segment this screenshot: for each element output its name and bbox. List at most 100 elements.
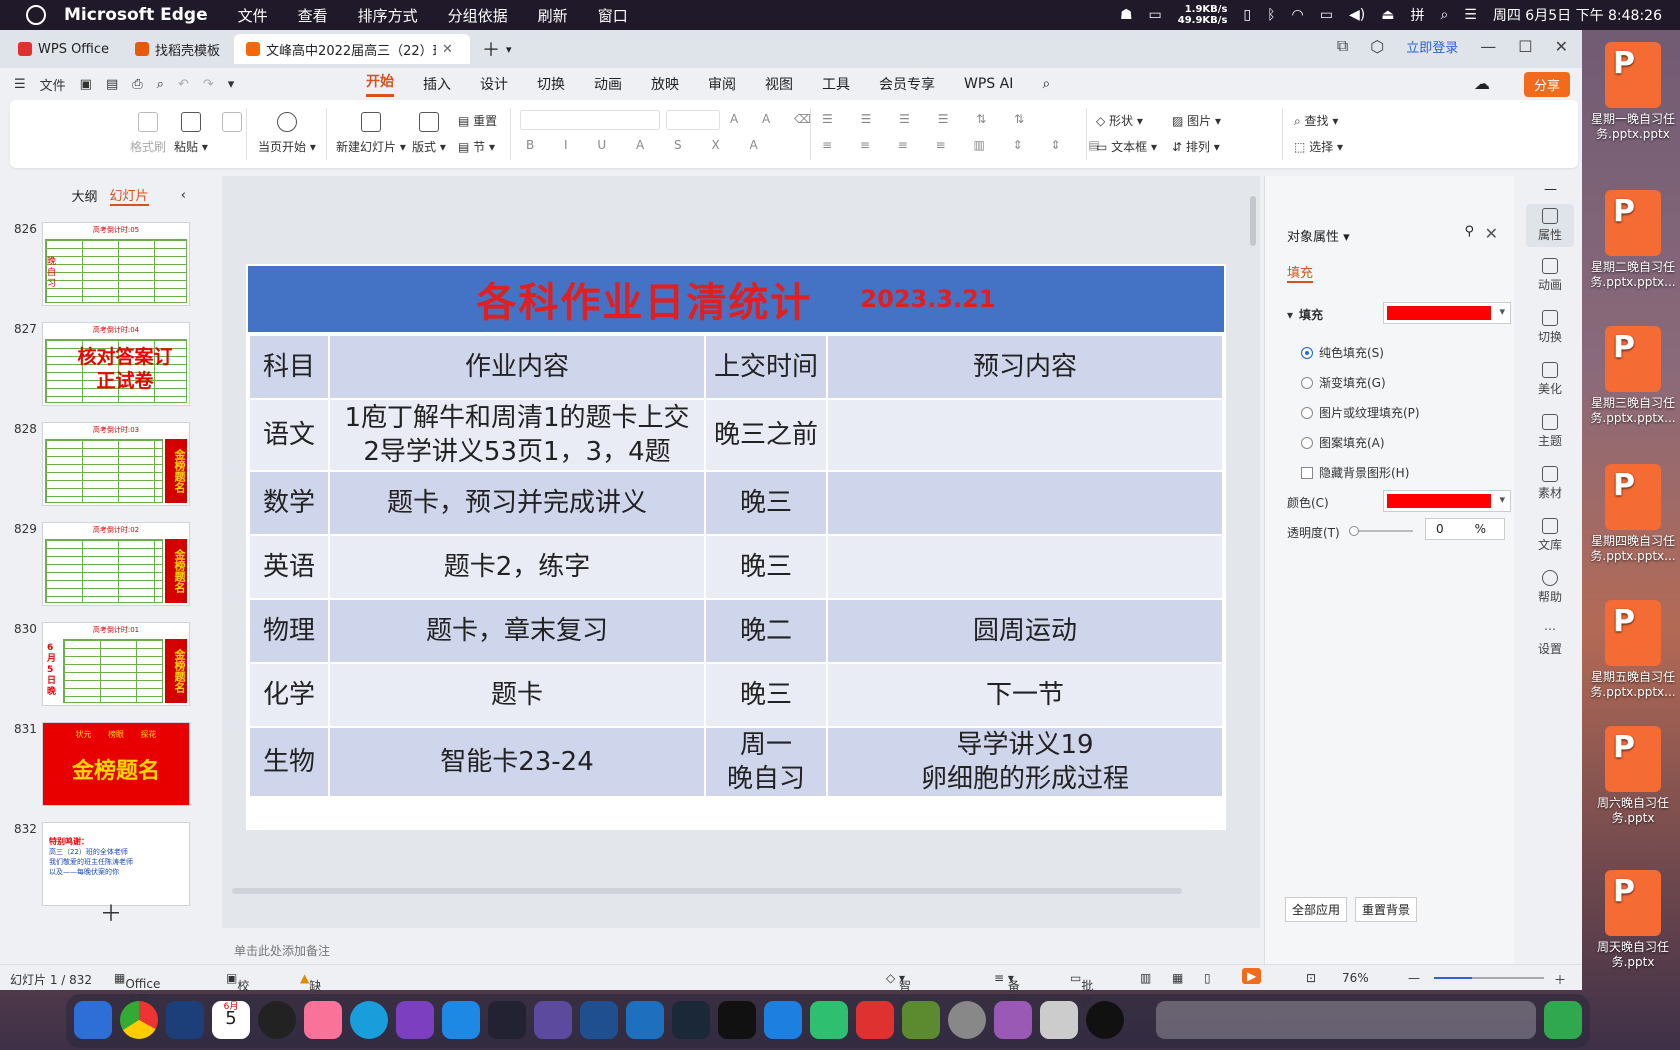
tab-outline[interactable]: 大纲 bbox=[71, 186, 97, 205]
chrome-icon[interactable] bbox=[120, 1001, 158, 1039]
desktop-file[interactable]: 周天晚自习任务.pptx bbox=[1588, 870, 1678, 970]
radio[interactable] bbox=[1301, 376, 1313, 389]
epic-games-icon[interactable] bbox=[718, 1001, 756, 1039]
pin-icon[interactable]: ⚲ bbox=[1464, 224, 1474, 239]
cell-subject[interactable]: 语文 bbox=[248, 398, 330, 472]
select-button[interactable]: ⬚ 选择 ▾ bbox=[1294, 138, 1343, 155]
export-icon[interactable]: ▤ bbox=[106, 77, 118, 92]
transparency-input[interactable]: 0% bbox=[1425, 518, 1505, 540]
cell-content[interactable]: 题卡 bbox=[328, 662, 706, 728]
section-button[interactable]: ▤ 节 ▾ bbox=[458, 138, 495, 155]
cell-time[interactable]: 晚三 bbox=[704, 470, 828, 536]
notes-area[interactable]: 单击此处添加备注 bbox=[222, 936, 1260, 964]
start-slideshow-button[interactable]: 当页开始 ▾ bbox=[258, 112, 316, 155]
font-format-buttons[interactable]: B I U A S X A bbox=[526, 138, 771, 152]
eject-icon[interactable]: ⏏ bbox=[1381, 7, 1394, 23]
minecraft-icon[interactable] bbox=[902, 1001, 940, 1039]
reset-background-button[interactable]: 重置背景 bbox=[1355, 897, 1418, 922]
sidebar-item-library[interactable]: 文库 bbox=[1526, 518, 1574, 553]
format-painter-button[interactable]: 格式刷 bbox=[130, 112, 166, 155]
display-icon[interactable]: ▭ bbox=[1320, 7, 1333, 23]
sidebar-item-properties[interactable]: 属性 bbox=[1526, 204, 1574, 247]
cell-preview[interactable] bbox=[826, 534, 1224, 600]
minimize-icon[interactable]: — bbox=[1480, 37, 1496, 56]
menu-sort[interactable]: 排序方式 bbox=[358, 5, 418, 26]
cell-content[interactable]: 题卡2，练字 bbox=[328, 534, 706, 600]
cell-content[interactable]: 题卡，预习并完成讲义 bbox=[328, 470, 706, 536]
zoom-out-icon[interactable]: — bbox=[1408, 971, 1420, 985]
slide-thumbnail[interactable]: 高考倒计时:05 晚自习 bbox=[42, 222, 190, 306]
sidebar-toggle-icon[interactable]: ▭ bbox=[1149, 7, 1162, 23]
pcl-ce-icon[interactable] bbox=[626, 1001, 664, 1039]
theme-button[interactable]: ▦ Office 主题 bbox=[114, 971, 160, 1007]
tab-tools[interactable]: 工具 bbox=[822, 74, 850, 94]
missing-font-button[interactable]: ▲ 缺失字体 bbox=[300, 971, 321, 1044]
cell-time[interactable]: 晚二 bbox=[704, 598, 828, 664]
cut-button[interactable] bbox=[222, 112, 242, 138]
fill-option-gradient[interactable]: 渐变填充(G) bbox=[1301, 374, 1386, 391]
cell-content[interactable]: 智能卡23-24 bbox=[328, 726, 706, 798]
normal-view-icon[interactable]: ▥ bbox=[1140, 971, 1151, 985]
clock-icon[interactable] bbox=[258, 1001, 296, 1039]
zoom-in-icon[interactable]: ＋ bbox=[1554, 971, 1566, 988]
cell-subject[interactable]: 英语 bbox=[248, 534, 330, 600]
tab-wps-office[interactable]: WPS Office bbox=[6, 34, 121, 64]
cloud-upload-icon[interactable]: ☁ bbox=[1474, 74, 1490, 93]
bilibili-icon[interactable] bbox=[304, 1001, 342, 1039]
wifi-icon[interactable]: ◠ bbox=[1292, 7, 1304, 23]
cell-time[interactable]: 晚三 bbox=[704, 662, 828, 728]
trash-icon[interactable] bbox=[1544, 1001, 1582, 1039]
search-icon[interactable]: ⌕ bbox=[1042, 76, 1050, 92]
slide-thumbnail[interactable]: 特别鸣谢： 高三（22）班的全体老师 我们敬爱的班主任陈涛老师 以及——每晚伏案… bbox=[42, 822, 190, 906]
print-icon[interactable]: ⎙ bbox=[132, 77, 142, 92]
music-icon[interactable] bbox=[810, 1001, 848, 1039]
share-button[interactable]: 分享 bbox=[1523, 72, 1570, 97]
scroll-thumb[interactable] bbox=[1250, 196, 1256, 246]
tab-member[interactable]: 会员专享 bbox=[879, 74, 935, 94]
horizontal-scrollbar[interactable] bbox=[232, 888, 1182, 894]
save-icon[interactable]: ▣ bbox=[80, 77, 92, 92]
tab-animation[interactable]: 动画 bbox=[594, 74, 622, 94]
slide-sorter-icon[interactable]: ▦ bbox=[1172, 971, 1183, 985]
visual-studio-icon[interactable] bbox=[396, 1001, 434, 1039]
menu-refresh[interactable]: 刷新 bbox=[538, 5, 568, 26]
close-icon[interactable]: ✕ bbox=[442, 42, 453, 57]
transparency-slider[interactable] bbox=[1349, 526, 1413, 536]
cell-subject[interactable]: 物理 bbox=[248, 598, 330, 664]
notes-button[interactable]: ≡ 备注 ▾ bbox=[994, 971, 1020, 1010]
menu-view[interactable]: 查看 bbox=[298, 5, 328, 26]
tab-transition[interactable]: 切换 bbox=[537, 74, 565, 94]
menu-group[interactable]: 分组依据 bbox=[448, 5, 508, 26]
input-method-icon[interactable]: 拼 bbox=[1410, 5, 1424, 25]
bluetooth-icon[interactable]: ᛒ bbox=[1267, 7, 1275, 23]
radio-selected[interactable] bbox=[1301, 346, 1313, 359]
hide-background-checkbox[interactable]: 隐藏背景图形(H) bbox=[1301, 464, 1409, 481]
pcl-icon[interactable] bbox=[580, 1001, 618, 1039]
fill-option-picture[interactable]: 图片或纹理填充(P) bbox=[1301, 404, 1420, 421]
memory-icon[interactable]: ▯ bbox=[1243, 7, 1251, 23]
homework-table[interactable]: 科目 作业内容 上交时间 预习内容 语文 1庖丁解牛和周清1的题卡上交 2导学讲… bbox=[248, 334, 1224, 798]
print-preview-icon[interactable]: ⌕ bbox=[157, 77, 164, 92]
textbox-button[interactable]: ▭ 文本框 ▾ bbox=[1096, 138, 1157, 155]
hamburger-icon[interactable]: ☰ bbox=[14, 77, 26, 92]
shape-button[interactable]: ◇ 形状 ▾ bbox=[1096, 112, 1143, 129]
radio[interactable] bbox=[1301, 436, 1313, 449]
cell-preview[interactable]: 导学讲义19 卵细胞的形成过程 bbox=[826, 726, 1224, 798]
tab-document[interactable]: 文峰高中2022届高三（22）班 ✕ bbox=[234, 34, 471, 64]
tab-slides[interactable]: 幻灯片 bbox=[109, 185, 149, 206]
clock[interactable]: 周四 6月5日 下午 8:48:26 bbox=[1493, 5, 1662, 25]
paste-button[interactable]: 粘贴 ▾ bbox=[174, 112, 208, 155]
slide-thumbnail[interactable]: 高考倒计时:02 金榜题名 bbox=[42, 522, 190, 606]
cell-time[interactable]: 晚三 bbox=[704, 534, 828, 600]
maximize-icon[interactable]: ☐ bbox=[1518, 37, 1532, 56]
comments-button[interactable]: ▭ 批注 bbox=[1070, 971, 1093, 1010]
recent-windows[interactable] bbox=[1156, 1001, 1536, 1039]
add-slide-icon[interactable]: ＋ bbox=[100, 896, 122, 928]
tab-view[interactable]: 视图 bbox=[765, 74, 793, 94]
edge-icon[interactable] bbox=[350, 1001, 388, 1039]
sidebar-item-animation[interactable]: 动画 bbox=[1526, 258, 1574, 293]
tab-review[interactable]: 审阅 bbox=[708, 74, 736, 94]
sidebar-item-theme[interactable]: 主题 bbox=[1526, 414, 1574, 449]
redo-icon[interactable]: ↷ bbox=[203, 77, 214, 92]
window-close-icon[interactable]: ✕ bbox=[1555, 37, 1568, 56]
